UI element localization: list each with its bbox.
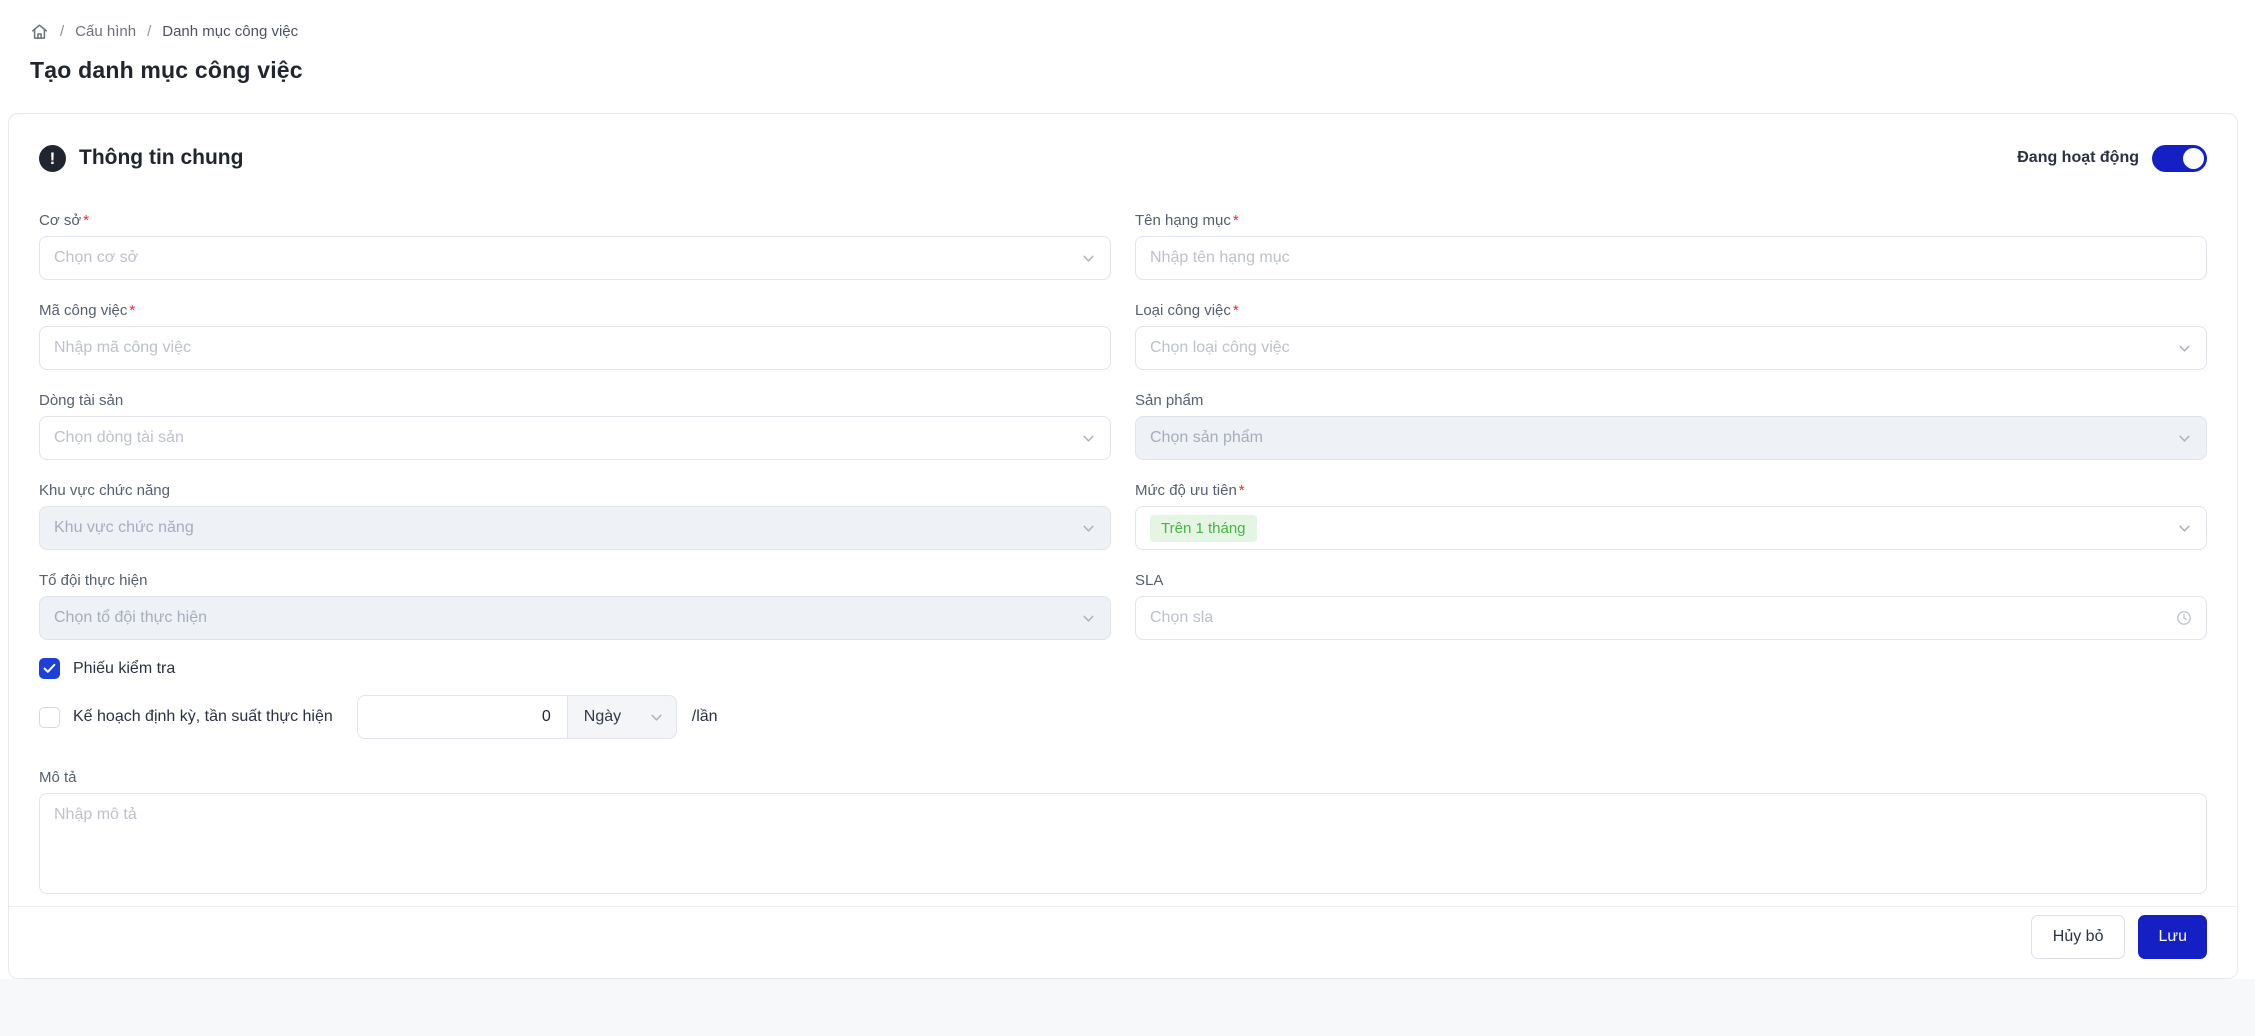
phieu-kiem-tra-checkbox[interactable] (39, 658, 60, 679)
field-label: Mức độ ưu tiên* (1135, 482, 2207, 499)
to-doi-thuc-hien-select: Chọn tổ đội thực hiện (39, 596, 1111, 640)
breadcrumb-separator: / (147, 23, 151, 40)
breadcrumb-item-cau-hinh[interactable]: Cấu hình (75, 23, 136, 40)
footer-actions: Hủy bỏ Lưu (39, 907, 2207, 959)
chevron-down-icon (2177, 521, 2192, 536)
field-label: Dòng tài sản (39, 392, 1111, 409)
san-pham-placeholder: Chọn sản phẩm (1150, 429, 1263, 447)
home-icon[interactable] (30, 22, 49, 41)
dong-tai-san-select[interactable]: Chọn dòng tài sản (39, 416, 1111, 460)
active-toggle-switch[interactable] (2152, 145, 2207, 172)
field-label: Khu vực chức năng (39, 482, 1111, 499)
ke-hoach-dinh-ky-label: Kế hoạch định kỳ, tần suất thực hiện (73, 708, 333, 726)
khu-vuc-chuc-nang-placeholder: Khu vực chức năng (54, 519, 194, 537)
required-asterisk: * (83, 212, 89, 229)
cancel-button[interactable]: Hủy bỏ (2031, 915, 2126, 959)
active-toggle-row: Đang hoạt động (2017, 145, 2207, 172)
dong-tai-san-placeholder: Chọn dòng tài sản (54, 429, 184, 447)
frequency-input[interactable] (357, 695, 567, 739)
co-so-placeholder: Chọn cơ sở (54, 249, 138, 267)
chevron-down-icon (649, 710, 664, 725)
phieu-kiem-tra-row: Phiếu kiểm tra (39, 658, 2207, 679)
field-loai-cong-viec: Loại công việc* Chọn loại công việc (1135, 302, 2207, 370)
section-title: ! Thông tin chung (39, 145, 243, 172)
field-muc-do-uu-tien: Mức độ ưu tiên* Trên 1 tháng (1135, 482, 2207, 550)
required-asterisk: * (129, 302, 135, 319)
section-title-text: Thông tin chung (79, 146, 243, 170)
loai-cong-viec-select[interactable]: Chọn loại công việc (1135, 326, 2207, 370)
field-mo-ta: Mô tả (39, 769, 2207, 899)
khu-vuc-chuc-nang-select: Khu vực chức năng (39, 506, 1111, 550)
phieu-kiem-tra-label: Phiếu kiểm tra (73, 660, 175, 678)
san-pham-select: Chọn sản phẩm (1135, 416, 2207, 460)
page-title: Tạo danh mục công việc (30, 57, 303, 84)
clock-icon (2176, 610, 2192, 626)
field-label: SLA (1135, 572, 2207, 589)
frequency-suffix: /lần (692, 708, 718, 726)
loai-cong-viec-placeholder: Chọn loại công việc (1150, 339, 1290, 357)
ke-hoach-dinh-ky-row: Kế hoạch định kỳ, tần suất thực hiện Ngà… (39, 695, 2207, 739)
field-label: Mô tả (39, 769, 2207, 786)
chevron-down-icon (1081, 251, 1096, 266)
ke-hoach-dinh-ky-checkbox[interactable] (39, 707, 60, 728)
field-khu-vuc-chuc-nang: Khu vực chức năng Khu vực chức năng (39, 482, 1111, 550)
field-sla: SLA Chọn sla (1135, 572, 2207, 640)
field-label: Loại công việc* (1135, 302, 2207, 319)
field-label: Mã công việc* (39, 302, 1111, 319)
switch-knob (2183, 148, 2204, 169)
field-label: Sản phẩm (1135, 392, 2207, 409)
breadcrumb-separator: / (60, 23, 64, 40)
required-asterisk: * (1233, 212, 1239, 229)
sla-time-picker[interactable]: Chọn sla (1135, 596, 2207, 640)
field-label: Tổ đội thực hiện (39, 572, 1111, 589)
ma-cong-viec-input[interactable] (39, 326, 1111, 370)
chevron-down-icon (2177, 341, 2192, 356)
general-info-card: ! Thông tin chung Đang hoạt động Cơ sở* … (8, 113, 2238, 979)
sla-placeholder: Chọn sla (1150, 609, 1213, 627)
chevron-down-icon (2177, 431, 2192, 446)
frequency-group: Ngày (357, 695, 677, 739)
required-asterisk: * (1233, 302, 1239, 319)
chevron-down-icon (1081, 431, 1096, 446)
field-ma-cong-viec: Mã công việc* (39, 302, 1111, 370)
field-to-doi-thuc-hien: Tổ đội thực hiện Chọn tổ đội thực hiện (39, 572, 1111, 640)
chevron-down-icon (1081, 611, 1096, 626)
chevron-down-icon (1081, 521, 1096, 536)
field-co-so: Cơ sở* Chọn cơ sở (39, 212, 1111, 280)
field-ten-hang-muc: Tên hạng mục* (1135, 212, 2207, 280)
priority-tag: Trên 1 tháng (1150, 515, 1257, 542)
form-grid: Cơ sở* Chọn cơ sở Tên hạng mục* Mã công … (39, 212, 2207, 640)
to-doi-thuc-hien-placeholder: Chọn tổ đội thực hiện (54, 609, 207, 627)
mo-ta-textarea[interactable] (39, 793, 2207, 894)
co-so-select[interactable]: Chọn cơ sở (39, 236, 1111, 280)
frequency-unit-value: Ngày (584, 708, 621, 726)
check-icon (43, 663, 56, 674)
field-san-pham: Sản phẩm Chọn sản phẩm (1135, 392, 2207, 460)
card-header: ! Thông tin chung Đang hoạt động (39, 142, 2207, 174)
active-toggle-label: Đang hoạt động (2017, 149, 2139, 167)
ten-hang-muc-input[interactable] (1135, 236, 2207, 280)
frequency-unit-select[interactable]: Ngày (567, 695, 677, 739)
exclamation-circle-icon: ! (39, 145, 66, 172)
save-button[interactable]: Lưu (2138, 915, 2207, 959)
field-label: Cơ sở* (39, 212, 1111, 229)
required-asterisk: * (1239, 482, 1245, 499)
field-label: Tên hạng mục* (1135, 212, 2207, 229)
muc-do-uu-tien-select[interactable]: Trên 1 tháng (1135, 506, 2207, 550)
breadcrumb-item-danh-muc[interactable]: Danh mục công việc (162, 23, 298, 40)
field-dong-tai-san: Dòng tài sản Chọn dòng tài sản (39, 392, 1111, 460)
breadcrumb: / Cấu hình / Danh mục công việc (30, 22, 298, 41)
page-background-strip (0, 979, 2255, 1036)
